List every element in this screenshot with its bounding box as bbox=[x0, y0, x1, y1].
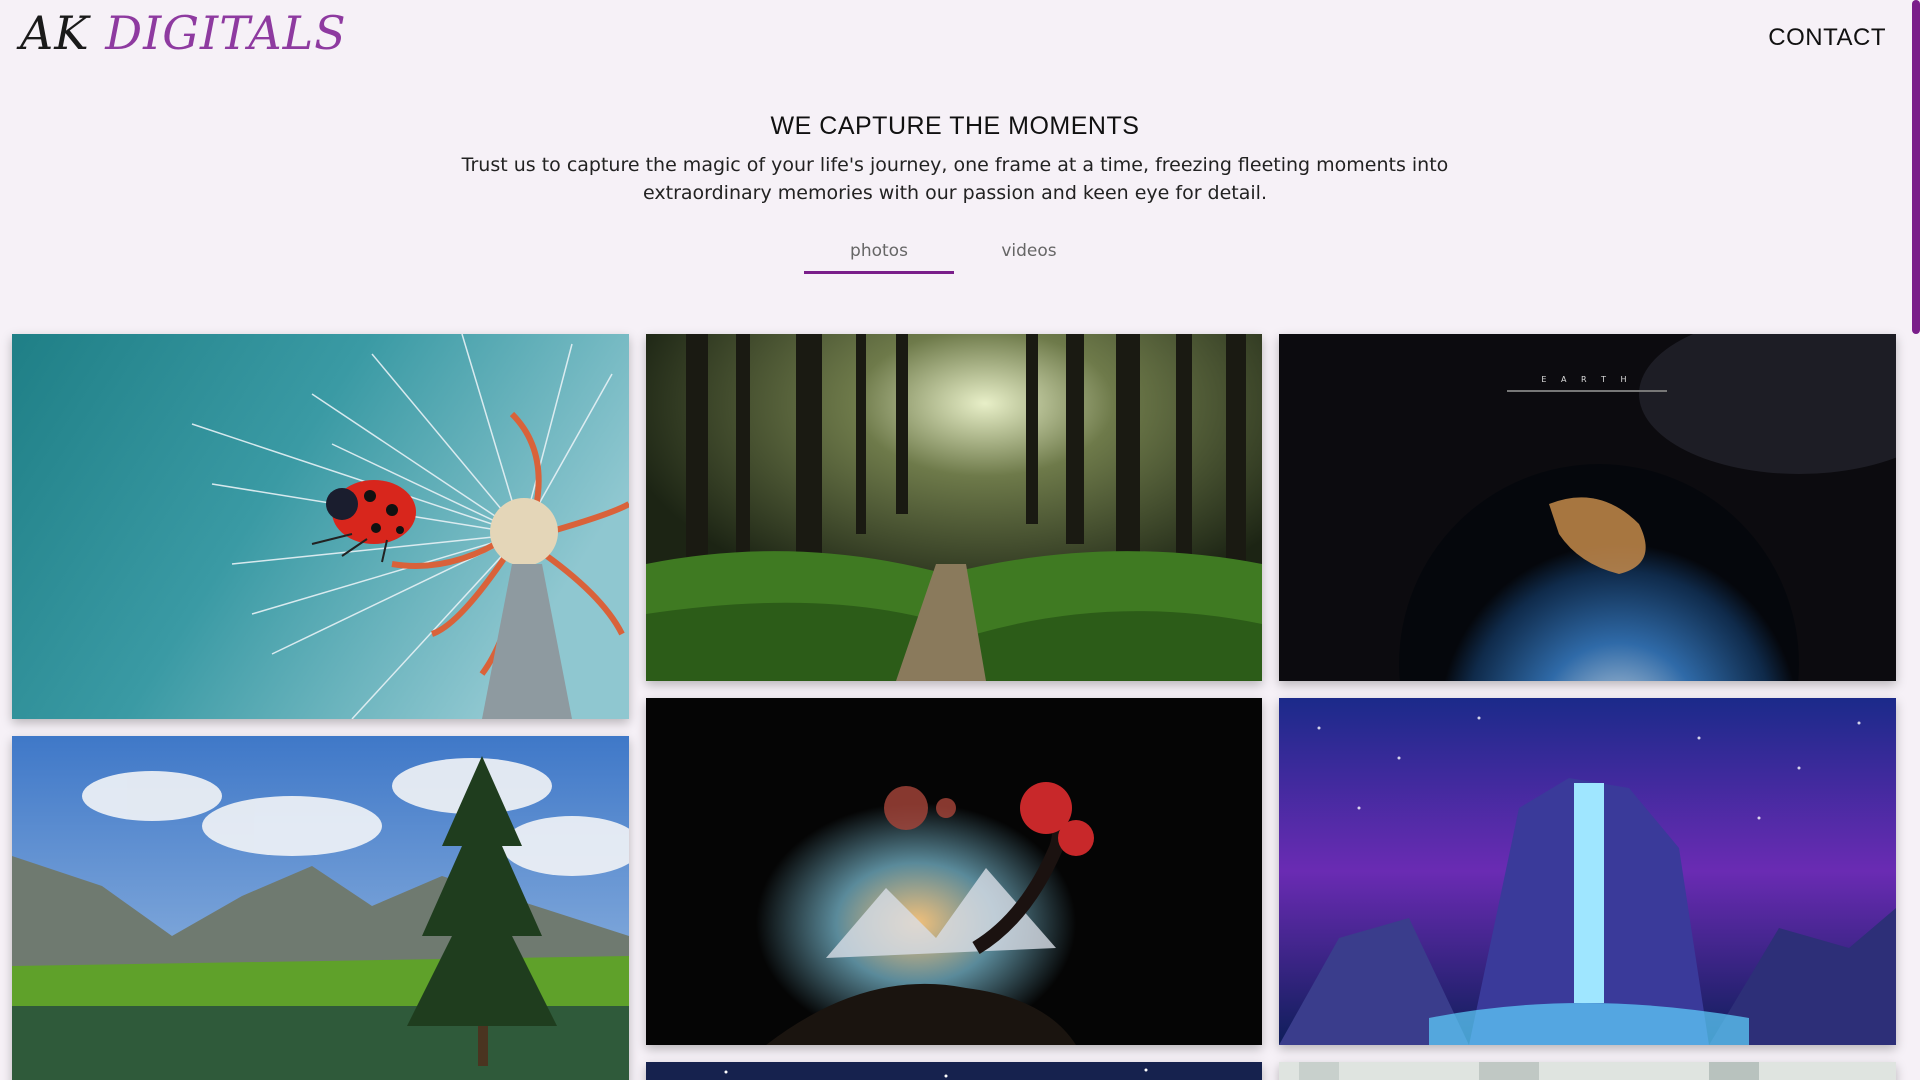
gallery-photo-light-scene[interactable] bbox=[1279, 1062, 1896, 1080]
tab-videos-label: videos bbox=[1001, 241, 1057, 261]
tab-photos-label: photos bbox=[850, 241, 908, 261]
hero-title: WE CAPTURE THE MOMENTS bbox=[770, 112, 1140, 140]
hero-section: WE CAPTURE THE MOMENTS Trust us to captu… bbox=[0, 112, 1910, 207]
gallery-photo-forest[interactable] bbox=[646, 334, 1262, 681]
night-sky-image bbox=[646, 1062, 1262, 1080]
tab-videos[interactable]: videos bbox=[954, 236, 1104, 274]
gallery-photo-earth[interactable]: E A R T H bbox=[1279, 334, 1896, 681]
neon-waterfall-image bbox=[1279, 698, 1896, 1045]
gallery-photo-neon-waterfall[interactable] bbox=[1279, 698, 1896, 1045]
earth-image: E A R T H bbox=[1279, 334, 1896, 681]
scrollbar-thumb[interactable] bbox=[1912, 0, 1920, 334]
site-logo[interactable]: AK DIGITALS bbox=[20, 6, 347, 60]
media-tabs: photos videos bbox=[804, 236, 1104, 276]
hero-subtitle: Trust us to capture the magic of your li… bbox=[461, 154, 1449, 204]
gallery-photo-mountain-lake[interactable] bbox=[12, 736, 629, 1080]
forest-image bbox=[646, 334, 1262, 681]
tab-photos[interactable]: photos bbox=[804, 236, 954, 274]
active-tab-underline bbox=[804, 271, 954, 274]
logo-text-primary: AK bbox=[20, 6, 106, 60]
fantasy-tree-image bbox=[646, 698, 1262, 1045]
contact-link[interactable]: CONTACT bbox=[1768, 24, 1886, 52]
earth-caption: E A R T H bbox=[1541, 375, 1632, 384]
mountain-lake-image bbox=[12, 736, 629, 1080]
light-scene-image bbox=[1279, 1062, 1896, 1080]
logo-text-accent: DIGITALS bbox=[105, 6, 347, 60]
ladybug-image bbox=[12, 334, 629, 719]
site-header: AK DIGITALS CONTACT bbox=[0, 0, 1920, 80]
gallery-photo-ladybug[interactable] bbox=[12, 334, 629, 719]
gallery-photo-fantasy-tree[interactable] bbox=[646, 698, 1262, 1045]
gallery-photo-night-sky[interactable] bbox=[646, 1062, 1262, 1080]
